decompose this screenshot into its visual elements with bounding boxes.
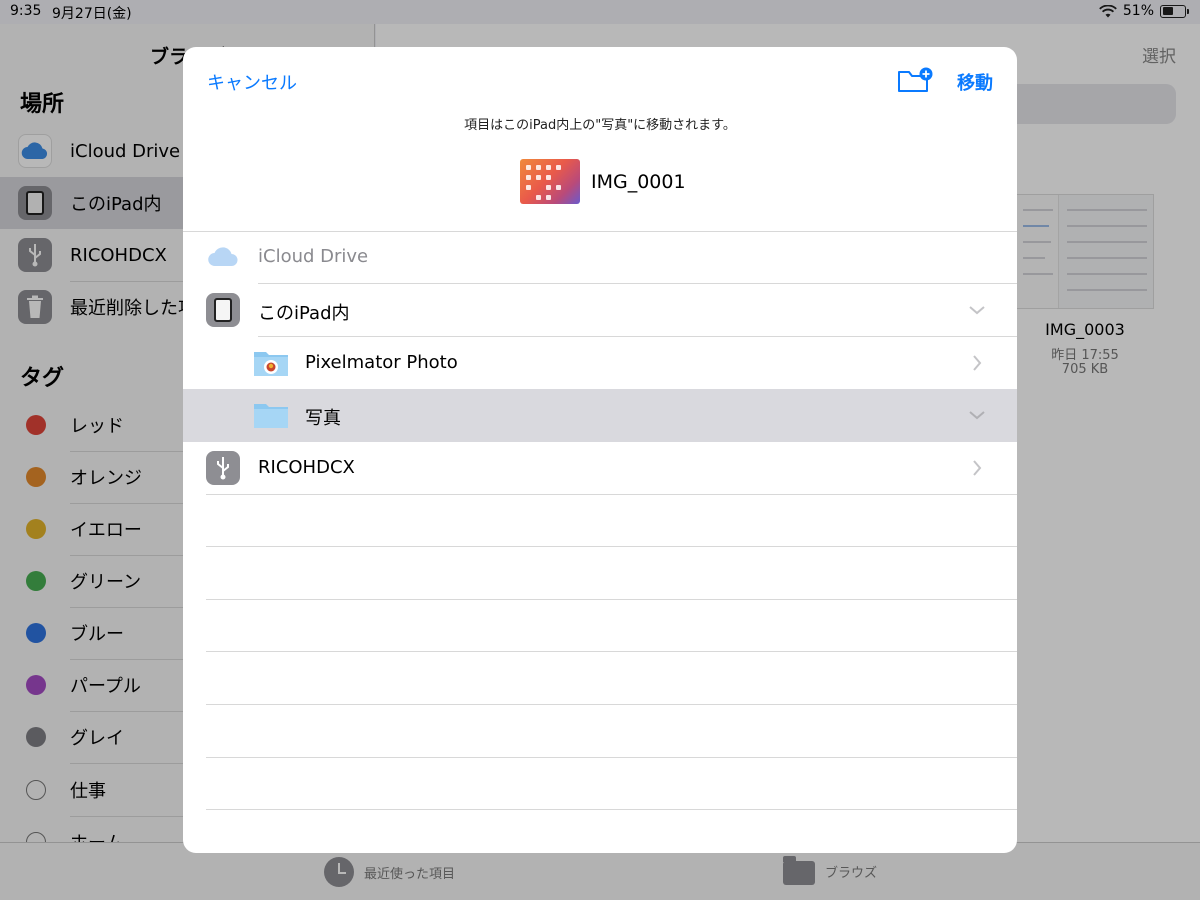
divider [206, 704, 1017, 705]
location-row-this-ipad[interactable]: このiPad内 [183, 284, 1017, 336]
chevron-down-icon[interactable] [967, 405, 987, 425]
location-row-label: このiPad内 [258, 303, 350, 324]
thumb-dot [536, 165, 541, 170]
divider [206, 809, 1017, 810]
cancel-button[interactable]: キャンセル [207, 69, 297, 95]
thumb-dot [526, 185, 531, 190]
thumb-dot [546, 175, 551, 180]
divider [206, 546, 1017, 547]
divider [206, 599, 1017, 600]
thumb-dot [546, 185, 551, 190]
move-message: 項目はこのiPad内上の"写真"に移動されます。 [464, 118, 736, 133]
move-button[interactable]: 移動 [957, 69, 993, 95]
thumb-dot [536, 175, 541, 180]
thumb-dot [526, 165, 531, 170]
thumb-dot [546, 165, 551, 170]
divider [206, 651, 1017, 652]
thumb-dot [556, 165, 561, 170]
chevron-down-icon[interactable] [967, 300, 987, 320]
thumb-dot [526, 175, 531, 180]
folder-icon [253, 398, 289, 432]
divider [206, 757, 1017, 758]
location-row-label: Pixelmator Photo [305, 352, 458, 373]
thumb-dot [536, 195, 541, 200]
ipad-icon-shape [214, 298, 232, 322]
chevron-right-icon[interactable] [967, 353, 987, 373]
usb-icon [206, 451, 240, 485]
move-dialog: キャンセル 移動 項目はこのiPad内上の"写真"に移動されます。 IMG_00… [183, 47, 1017, 853]
ipad-icon [206, 293, 240, 327]
location-row-ricohdcx[interactable]: RICOHDCX [183, 442, 1017, 494]
location-row-label: RICOHDCX [258, 457, 355, 478]
thumb-dot [546, 195, 551, 200]
location-row-icloud[interactable]: iCloud Drive [183, 231, 1017, 283]
thumb-dot [556, 185, 561, 190]
icloud-icon [206, 240, 240, 274]
location-row-label: 写真 [305, 408, 341, 429]
location-row-photos[interactable]: 写真 [183, 389, 1017, 442]
item-thumbnail [520, 159, 580, 204]
divider [206, 494, 1017, 495]
location-row-pixelmator-photo[interactable]: Pixelmator Photo [183, 337, 1017, 389]
item-name: IMG_0001 [591, 171, 686, 193]
pixelmator-folder-icon [253, 346, 289, 380]
new-folder-icon[interactable] [897, 67, 933, 93]
chevron-right-icon[interactable] [967, 458, 987, 478]
location-row-label: iCloud Drive [258, 246, 369, 267]
